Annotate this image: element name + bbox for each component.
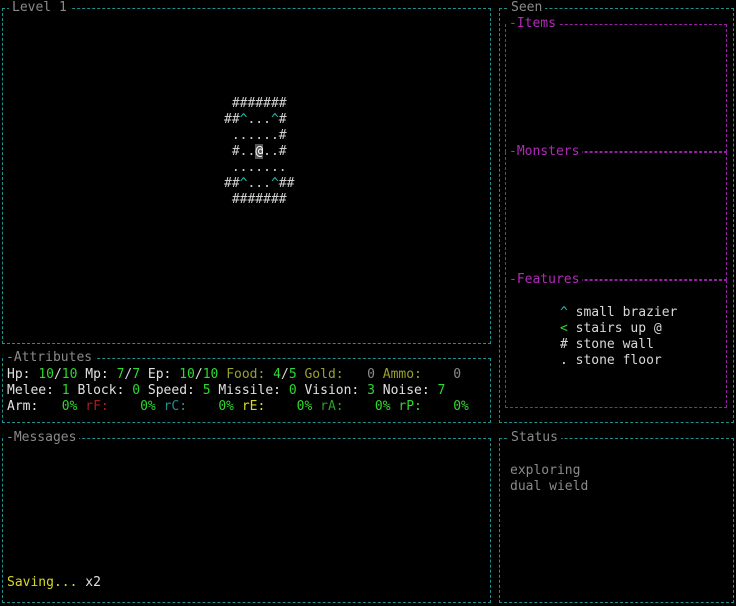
message-line: Saving... x2	[7, 575, 101, 591]
racid-value: 0%	[374, 399, 391, 414]
mp-current: 7	[116, 367, 125, 382]
relec-value: 0%	[296, 399, 313, 414]
map-row: .......	[224, 160, 294, 176]
rfire-label: rF:	[85, 399, 109, 414]
missile-label: Missile:	[218, 383, 281, 398]
feature-label: stone floor	[575, 353, 662, 368]
vision-label: Vision:	[304, 383, 360, 398]
rpoison-value: 0%	[453, 399, 469, 414]
level-panel-title: Level 1	[9, 0, 70, 16]
status-panel: Status exploring dual wield	[499, 430, 734, 603]
items-panel: -Items	[505, 16, 727, 152]
block-value: 0	[132, 383, 141, 398]
ep-label: Ep:	[147, 367, 172, 382]
vision-value: 3	[367, 383, 375, 398]
level-panel: Level 1 ####### ##^...^# ......# #..@..# …	[2, 0, 491, 344]
attributes-row-vitals: Hp: 10/10 Mp: 7/7 Ep: 10/10 Food: 4/5 Go…	[7, 367, 462, 382]
armor-value: 0%	[61, 399, 78, 414]
racid-label: rA:	[320, 399, 344, 414]
seen-panel: Seen -Items -Monsters -Features ^ small …	[499, 0, 734, 423]
map-row: #..@..#	[224, 144, 294, 160]
hp-max: 10	[61, 367, 78, 382]
mp-max: 7	[132, 367, 141, 382]
player-icon: @	[255, 144, 264, 159]
attributes-panel-title: -Attributes	[3, 350, 96, 366]
map-tiles: ##	[224, 176, 240, 191]
map-tiles: ##	[224, 112, 240, 127]
food-current: 4	[273, 367, 281, 382]
map-tiles: #######	[224, 192, 287, 207]
dungeon-map[interactable]: ####### ##^...^# ......# #..@..# ....... #…	[224, 96, 294, 208]
map-tiles: ...	[247, 176, 271, 191]
messages-panel: -Messages Saving... x2	[2, 430, 491, 603]
map-tiles: #######	[224, 96, 287, 111]
attributes-panel: -Attributes Hp: 10/10 Mp: 7/7 Ep: 10/10 …	[2, 350, 491, 423]
map-row: #######	[224, 96, 294, 112]
food-label: Food:	[226, 367, 266, 382]
noise-value: 7	[437, 383, 446, 398]
hp-label: Hp:	[7, 367, 31, 382]
rcold-label: rC:	[163, 399, 188, 414]
map-tiles: #..	[224, 144, 256, 159]
rcold-value: 0%	[218, 399, 235, 414]
status-exploring: exploring	[510, 463, 581, 478]
features-panel-title: -Features	[506, 272, 583, 288]
items-panel-title: -Items	[506, 16, 559, 32]
block-label: Block:	[77, 383, 125, 398]
hp-current: 10	[38, 367, 54, 382]
map-row: ##^...^#	[224, 112, 294, 128]
noise-label: Noise:	[382, 383, 430, 398]
food-max: 5	[288, 367, 297, 382]
attributes-row-resist: Arm: 0% rF: 0% rC: 0% rE: 0% rA: 0% rP: …	[7, 399, 469, 415]
messages-panel-title: -Messages	[3, 430, 80, 446]
ammo-value: 0	[453, 367, 462, 382]
map-tiles: #	[278, 112, 287, 127]
mp-label: Mp:	[85, 367, 109, 382]
features-panel: -Features ^ small brazier < stairs up @ …	[505, 272, 727, 408]
melee-value: 1	[61, 383, 70, 398]
rpoison-label: rP:	[398, 399, 422, 414]
map-tiles: ...	[247, 112, 271, 127]
message-count: x2	[85, 575, 101, 590]
map-row: ......#	[224, 128, 294, 144]
status-panel-title: Status	[508, 430, 561, 446]
map-tiles: .......	[224, 160, 287, 175]
message-text: Saving...	[7, 575, 78, 590]
status-dual-wield: dual wield	[510, 479, 589, 494]
monsters-panel-title: -Monsters	[506, 144, 583, 160]
ep-current: 10	[179, 367, 195, 382]
monsters-panel: -Monsters	[505, 144, 727, 280]
map-tiles: ..#	[263, 144, 287, 159]
map-row: #######	[224, 192, 294, 208]
ep-max: 10	[202, 367, 219, 382]
armor-label: Arm:	[7, 399, 39, 414]
gold-value: 0	[367, 367, 375, 382]
seen-panel-title: Seen	[508, 0, 546, 16]
missile-value: 0	[288, 383, 297, 398]
gold-label: Gold:	[304, 367, 344, 382]
relec-label: rE:	[241, 399, 266, 414]
map-tiles: ......#	[224, 128, 287, 143]
ammo-label: Ammo:	[382, 367, 422, 382]
melee-label: Melee:	[7, 383, 54, 398]
rfire-value: 0%	[140, 399, 156, 414]
feature-item-floor[interactable]: . stone floor	[513, 337, 662, 385]
floor-glyph-icon: .	[559, 353, 568, 368]
map-tiles: ##	[278, 176, 295, 191]
brazier-icon: ^	[270, 112, 279, 127]
map-row: ##^...^##	[224, 176, 294, 192]
speed-label: Speed:	[147, 383, 195, 398]
brazier-icon: ^	[270, 176, 279, 191]
attributes-row-combat: Melee: 1 Block: 0 Speed: 5 Missile: 0 Vi…	[7, 383, 445, 399]
speed-value: 5	[202, 383, 211, 398]
